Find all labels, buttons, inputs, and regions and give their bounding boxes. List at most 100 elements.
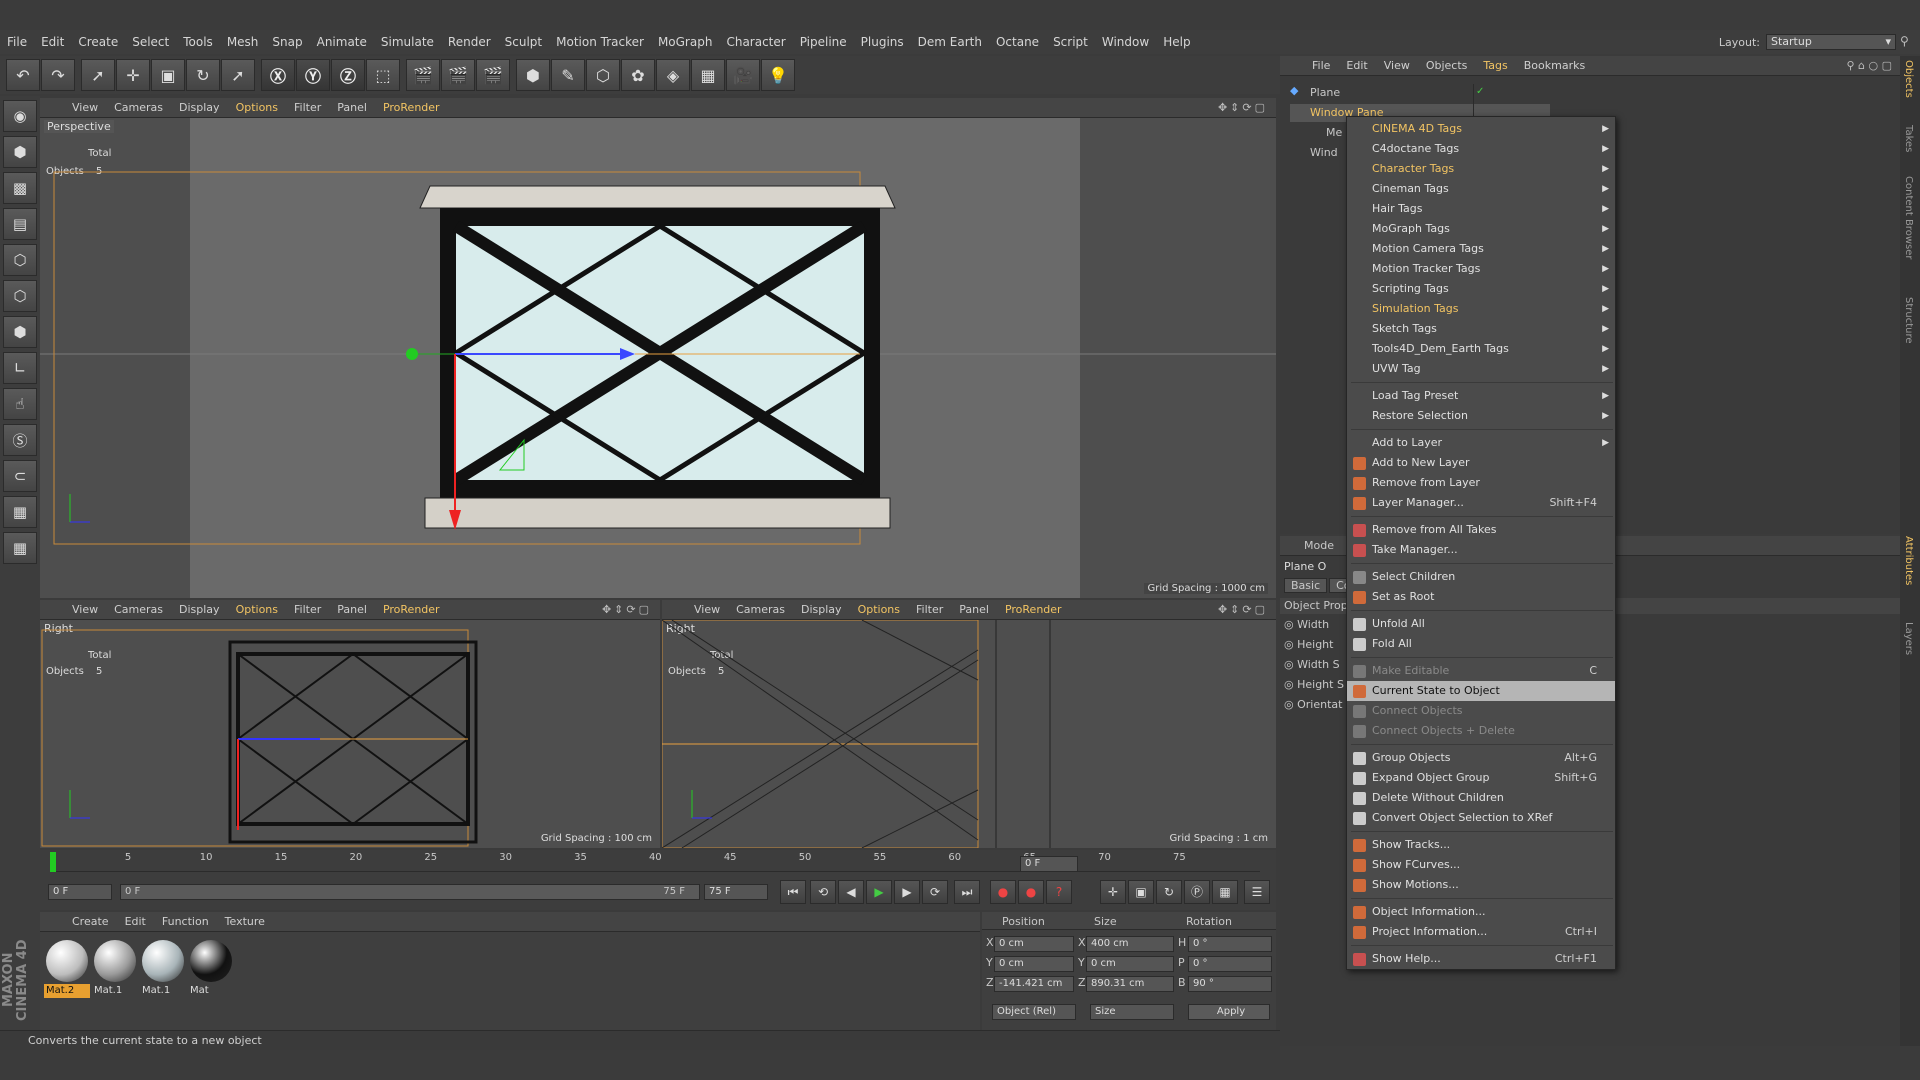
redo-icon[interactable]: ↷ (41, 59, 75, 91)
menu-select[interactable]: Select (125, 35, 176, 49)
pen-spline-icon[interactable]: ✎ (551, 59, 585, 91)
material-swatch[interactable]: Mat.1 (92, 938, 138, 1000)
menu-animate[interactable]: Animate (310, 35, 374, 49)
vp-menu-display[interactable]: Display (171, 603, 228, 616)
context-item-show-help[interactable]: Show Help... Ctrl+F1 (1347, 949, 1615, 969)
vp-menu-prorender[interactable]: ProRender (375, 101, 448, 114)
vp-menu-panel[interactable]: Panel (329, 603, 375, 616)
planar-workplane-icon[interactable]: ▦ (3, 532, 37, 564)
vp-menu-cameras[interactable]: Cameras (106, 101, 171, 114)
context-item-tools4d-dem-earth-tags[interactable]: Tools4D_Dem_Earth Tags ▶ (1347, 339, 1615, 359)
next-frame-icon[interactable]: ▶ (894, 880, 920, 904)
menu-dem-earth[interactable]: Dem Earth (911, 35, 989, 49)
frame-field[interactable]: 0 F (1020, 856, 1078, 872)
context-item-convert-object-selection-to-xref[interactable]: Convert Object Selection to XRef (1347, 808, 1615, 828)
timeline-ruler[interactable]: 051015202530354045505560657075 (50, 852, 1260, 872)
recent-tool-icon[interactable]: ➚ (221, 59, 255, 91)
menu-mograph[interactable]: MoGraph (651, 35, 720, 49)
size-field[interactable]: 0 cm (1086, 956, 1174, 972)
record-pla-icon[interactable]: ▦ (1212, 880, 1238, 904)
vp-menu-prorender[interactable]: ProRender (375, 603, 448, 616)
animate-dot-icon[interactable]: ◎ (1284, 618, 1297, 631)
vp-menu-panel[interactable]: Panel (329, 101, 375, 114)
rotation-field[interactable]: 0 ° (1188, 936, 1272, 952)
menu-character[interactable]: Character (719, 35, 792, 49)
context-item-set-as-root[interactable]: Set as Root (1347, 587, 1615, 607)
context-item-simulation-tags[interactable]: Simulation Tags ▶ (1347, 299, 1615, 319)
context-item-show-motions[interactable]: Show Motions... (1347, 875, 1615, 895)
prev-key-icon[interactable]: ⟲ (810, 880, 836, 904)
next-key-icon[interactable]: ⟳ (922, 880, 948, 904)
context-item-unfold-all[interactable]: Unfold All (1347, 614, 1615, 634)
size-mode-dropdown[interactable]: Size (1090, 1004, 1174, 1020)
menu-sculpt[interactable]: Sculpt (498, 35, 549, 49)
playhead-marker[interactable] (50, 852, 56, 872)
end-frame-field[interactable]: 75 F (704, 884, 768, 900)
record-scale-icon[interactable]: ▣ (1128, 880, 1154, 904)
record-parameter-icon[interactable]: Ⓟ (1184, 880, 1210, 904)
rotation-field[interactable]: 90 ° (1188, 976, 1272, 992)
om-menu-tags[interactable]: Tags (1475, 59, 1515, 72)
attr-property-row[interactable]: ◎ Height (1284, 638, 1333, 651)
record-icon[interactable]: ● (990, 880, 1016, 904)
om-menu-view[interactable]: View (1376, 59, 1418, 72)
vp-menu-cameras[interactable]: Cameras (106, 603, 171, 616)
vp-menu-options[interactable]: Options (850, 603, 908, 616)
vp-menu-filter[interactable]: Filter (908, 603, 951, 616)
tweak-mode-icon[interactable]: ☝ (3, 388, 37, 420)
goto-start-icon[interactable]: ⏮ (780, 880, 806, 904)
render-picture-viewer-icon[interactable]: 🎬 (441, 59, 475, 91)
attr-property-row[interactable]: ◎ Width (1284, 618, 1329, 631)
axis-mode-icon[interactable]: ∟ (3, 352, 37, 384)
om-menu-bookmarks[interactable]: Bookmarks (1516, 59, 1593, 72)
manager-tab[interactable]: Structure (1903, 297, 1914, 344)
context-item-c4doctane-tags[interactable]: C4doctane Tags ▶ (1347, 139, 1615, 159)
context-item-expand-object-group[interactable]: Expand Object Group Shift+G (1347, 768, 1615, 788)
undo-icon[interactable]: ↶ (6, 59, 40, 91)
vp-menu-display[interactable]: Display (171, 101, 228, 114)
attr-property-row[interactable]: ◎ Width S (1284, 658, 1340, 671)
vp-menu-filter[interactable]: Filter (286, 603, 329, 616)
vp-menu-options[interactable]: Options (228, 101, 286, 114)
apply-button[interactable]: Apply (1188, 1004, 1270, 1020)
attr-mode-menu[interactable]: Mode (1304, 539, 1334, 552)
keyframe-selection-icon[interactable]: ? (1046, 880, 1072, 904)
points-mode-icon[interactable]: ⬡ (3, 244, 37, 276)
context-item-load-tag-preset[interactable]: Load Tag Preset ▶ (1347, 386, 1615, 406)
camera-icon[interactable]: 🎥 (726, 59, 760, 91)
context-item-remove-from-all-takes[interactable]: Remove from All Takes (1347, 520, 1615, 540)
scale-tool-icon[interactable]: ▣ (151, 59, 185, 91)
z-axis-lock-icon[interactable]: Ⓩ (331, 59, 365, 91)
coordinate-system-icon[interactable]: ⬚ (366, 59, 400, 91)
animate-dot-icon[interactable]: ◎ (1284, 678, 1297, 691)
context-item-fold-all[interactable]: Fold All (1347, 634, 1615, 654)
context-item-sketch-tags[interactable]: Sketch Tags ▶ (1347, 319, 1615, 339)
size-field[interactable]: 890.31 cm (1086, 976, 1174, 992)
menu-plugins[interactable]: Plugins (854, 35, 911, 49)
vp-menu-view[interactable]: View (686, 603, 728, 616)
viewport-nav-icons[interactable]: ✥⇕⟳▢ (1218, 603, 1276, 616)
context-item-character-tags[interactable]: Character Tags ▶ (1347, 159, 1615, 179)
object-row-plane[interactable]: Plane (1310, 86, 1340, 99)
menu-create[interactable]: Create (71, 35, 125, 49)
menu-edit[interactable]: Edit (34, 35, 71, 49)
render-view-icon[interactable]: 🎬 (406, 59, 440, 91)
context-item-add-to-new-layer[interactable]: Add to New Layer (1347, 453, 1615, 473)
right-viewport-2[interactable]: View Cameras Display Options Filter Pane… (662, 600, 1276, 848)
context-item-add-to-layer[interactable]: Add to Layer ▶ (1347, 433, 1615, 453)
viewport-nav-icons[interactable]: ✥⇕⟳▢ (602, 603, 660, 616)
material-swatch[interactable]: Mat.1 (140, 938, 186, 1000)
context-item-mograph-tags[interactable]: MoGraph Tags ▶ (1347, 219, 1615, 239)
context-item-hair-tags[interactable]: Hair Tags ▶ (1347, 199, 1615, 219)
snap-icon[interactable]: ⊂ (3, 460, 37, 492)
material-swatch[interactable]: Mat.2 (44, 938, 90, 1000)
context-item-motion-camera-tags[interactable]: Motion Camera Tags ▶ (1347, 239, 1615, 259)
vp-menu-view[interactable]: View (64, 603, 106, 616)
menu-render[interactable]: Render (441, 35, 498, 49)
play-icon[interactable]: ▶ (866, 880, 892, 904)
om-menu-objects[interactable]: Objects (1418, 59, 1476, 72)
light-icon[interactable]: 💡 (761, 59, 795, 91)
coord-mode-dropdown[interactable]: Object (Rel) (992, 1004, 1076, 1020)
timeline-layout-icon[interactable]: ☰ (1244, 880, 1270, 904)
mat-menu-create[interactable]: Create (64, 915, 117, 928)
